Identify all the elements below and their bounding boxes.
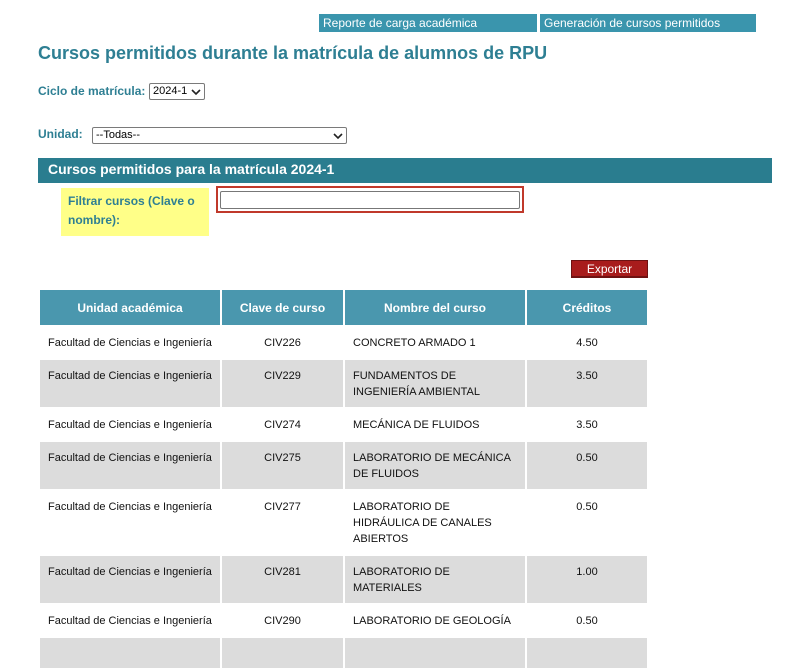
cell-course-name: CONCRETO ARMADO 1	[345, 327, 525, 358]
cell-course-code: CIV281	[222, 556, 343, 603]
report-academic-load-link[interactable]: Reporte de carga académica	[319, 14, 537, 32]
cell-credits: 0.50	[527, 442, 647, 489]
cell-course-name: LABORATORIO DE MATERIALES	[345, 556, 525, 603]
unit-label: Unidad:	[38, 127, 83, 141]
cell-academic-unit	[40, 638, 220, 668]
cycle-select-value: 2024-1	[153, 85, 188, 97]
table-row: Facultad de Ciencias e Ingeniería CIV226…	[40, 327, 647, 358]
table-row: Facultad de Ciencias e Ingeniería CIV229…	[40, 360, 647, 407]
course-generation-link[interactable]: Generación de cursos permitidos	[540, 14, 756, 32]
cell-course-code	[222, 638, 343, 668]
cell-credits: 3.50	[527, 409, 647, 440]
cycle-select[interactable]: 2024-1	[149, 83, 205, 100]
cell-credits: 1.00	[527, 556, 647, 603]
cell-course-name: FUNDAMENTOS DE INGENIERÍA AMBIENTAL	[345, 360, 525, 407]
cell-credits	[527, 638, 647, 668]
cell-course-code: CIV277	[222, 491, 343, 554]
cell-course-name: MECÁNICA DE FLUIDOS	[345, 409, 525, 440]
cell-academic-unit: Facultad de Ciencias e Ingeniería	[40, 442, 220, 489]
cell-course-code: CIV275	[222, 442, 343, 489]
table-row: Facultad de Ciencias e Ingeniería CIV275…	[40, 442, 647, 489]
cell-credits: 4.50	[527, 327, 647, 358]
cell-course-code: CIV290	[222, 605, 343, 636]
page-title: Cursos permitidos durante la matrícula d…	[38, 43, 548, 63]
courses-table: Unidad académica Clave de curso Nombre d…	[38, 288, 649, 670]
filter-input[interactable]	[220, 191, 520, 209]
cell-course-name: LABORATORIO DE HIDRÁULICA DE CANALES ABI…	[345, 491, 525, 554]
cell-academic-unit: Facultad de Ciencias e Ingeniería	[40, 360, 220, 407]
cell-course-name: LABORATORIO DE GEOLOGÍA	[345, 605, 525, 636]
header-credits: Créditos	[527, 290, 647, 325]
table-row: Facultad de Ciencias e Ingeniería CIV290…	[40, 605, 647, 636]
cycle-label: Ciclo de matrícula:	[38, 84, 146, 98]
cell-academic-unit: Facultad de Ciencias e Ingeniería	[40, 491, 220, 554]
cell-course-code: CIV274	[222, 409, 343, 440]
chevron-down-icon	[191, 89, 201, 96]
chevron-down-icon	[333, 133, 343, 140]
filter-highlight-box	[216, 186, 524, 213]
cell-credits: 3.50	[527, 360, 647, 407]
unit-select[interactable]: --Todas--	[92, 127, 347, 144]
cell-academic-unit: Facultad de Ciencias e Ingeniería	[40, 409, 220, 440]
top-navigation: Reporte de carga académica Generación de…	[319, 14, 756, 32]
cell-course-name: LABORATORIO DE MECÁNICA DE FLUIDOS	[345, 442, 525, 489]
unit-select-value: --Todas--	[96, 129, 141, 141]
table-row: Facultad de Ciencias e Ingeniería CIV277…	[40, 491, 647, 554]
cell-course-code: CIV226	[222, 327, 343, 358]
table-header-row: Unidad académica Clave de curso Nombre d…	[40, 290, 647, 325]
filter-label: Filtrar cursos (Clave o nombre):	[61, 188, 209, 236]
cell-credits: 0.50	[527, 491, 647, 554]
cell-academic-unit: Facultad de Ciencias e Ingeniería	[40, 327, 220, 358]
section-header: Cursos permitidos para la matrícula 2024…	[38, 158, 772, 183]
header-course-name: Nombre del curso	[345, 290, 525, 325]
header-academic-unit: Unidad académica	[40, 290, 220, 325]
header-course-code: Clave de curso	[222, 290, 343, 325]
cell-course-code: CIV229	[222, 360, 343, 407]
cell-academic-unit: Facultad de Ciencias e Ingeniería	[40, 556, 220, 603]
cell-academic-unit: Facultad de Ciencias e Ingeniería	[40, 605, 220, 636]
table-row: Facultad de Ciencias e Ingeniería CIV281…	[40, 556, 647, 603]
export-button[interactable]: Exportar	[571, 260, 648, 278]
table-row	[40, 638, 647, 668]
cell-credits: 0.50	[527, 605, 647, 636]
cell-course-name	[345, 638, 525, 668]
table-row: Facultad de Ciencias e Ingeniería CIV274…	[40, 409, 647, 440]
